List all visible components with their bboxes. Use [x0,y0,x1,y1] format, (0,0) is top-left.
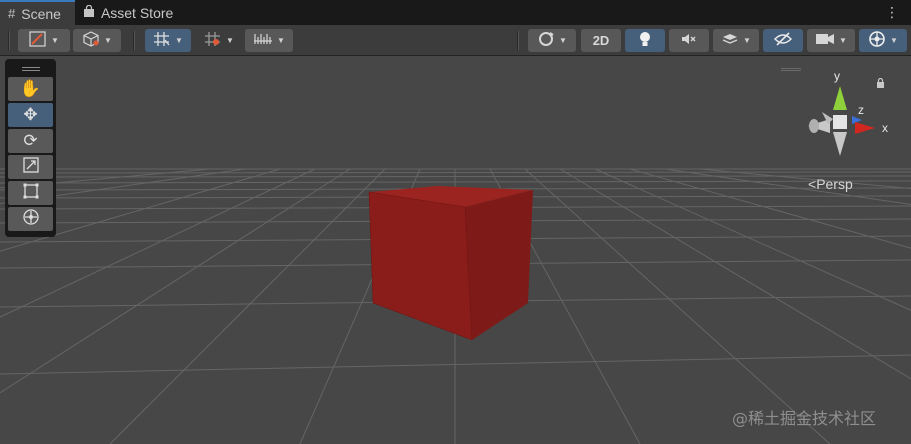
chevron-down-icon: ▼ [559,36,567,45]
layers-icon [721,31,739,50]
hash-grid-icon: # [8,6,16,21]
lightbulb-icon [638,30,652,51]
axis-y-label: y [834,69,840,83]
hand-icon: ✋ [19,79,42,98]
ground-grid [0,168,911,444]
tab-bar: # Scene Asset Store ⋮ [0,0,911,25]
mode-2d-toggle[interactable]: 2D [581,29,621,52]
orientation-gizmo[interactable]: y z x [800,64,900,174]
rotate-icon: ⟳ [23,131,38,150]
palette-drag-handle[interactable] [8,62,53,75]
gizmos-dropdown[interactable]: ▼ [859,29,907,52]
scale-tool[interactable] [8,155,53,179]
grid-snap-toggle[interactable]: ▼ [145,29,191,52]
projection-label: Persp [816,176,853,192]
camera-dropdown[interactable]: ▼ [807,29,855,52]
tab-scene[interactable]: # Scene [0,0,75,25]
eye-slash-icon [773,31,793,50]
orbit-icon [537,31,555,50]
chevron-down-icon: ▼ [277,36,285,45]
transform-icon [22,208,40,231]
grid-snap-icon [153,31,171,50]
axis-neg-y-cone[interactable] [833,132,847,156]
tool-palette: ✋ ✥ ⟳ [5,59,56,237]
brush-icon [29,31,47,50]
ruler-icon [253,32,273,49]
chevron-down-icon: ▼ [743,36,751,45]
chevron-down-icon: ▼ [51,36,59,45]
tab-scene-label: Scene [21,5,61,22]
tab-asset-store[interactable]: Asset Store [75,0,187,25]
camera-icon [815,32,835,49]
cube-outline-icon [82,31,100,50]
rotate-tool[interactable]: ⟳ [8,129,53,153]
toolbar-grip[interactable] [517,31,519,50]
chevron-down-icon: ▼ [104,36,112,45]
increment-snap-icon [204,31,222,50]
red-cube[interactable] [368,186,533,341]
audio-toggle[interactable] [669,29,709,52]
axis-z-label: z [858,103,864,117]
render-mode-dropdown[interactable]: ▼ [73,29,121,52]
chevron-down-icon: ▼ [839,36,847,45]
mode-2d-label: 2D [592,33,610,48]
chevron-left-icon: < [808,176,817,192]
scene-toolbar: ▼ ▼ ▼ ▼ ▼ ▼ 2D ▼ ▼ ▼ [0,25,911,56]
effects-dropdown[interactable]: ▼ [713,29,759,52]
chevron-down-icon: ▼ [226,36,234,45]
scene-visibility-toggle[interactable] [763,29,803,52]
chevron-down-icon: ▼ [175,36,183,45]
hand-tool[interactable]: ✋ [8,77,53,101]
transform-tool[interactable] [8,207,53,231]
watermark-text: @稀土掘金技术社区 [732,409,877,428]
ruler-dropdown[interactable]: ▼ [245,29,293,52]
axis-x-cone[interactable] [855,122,875,134]
axis-x-label: x [882,121,888,135]
gizmo-drag-handle[interactable] [781,68,801,71]
rect-tool[interactable] [8,181,53,205]
scale-icon [22,156,40,179]
chevron-down-icon: ▼ [890,36,898,45]
toolbar-grip[interactable] [8,31,10,50]
shopping-bag-icon [83,4,95,21]
move-tool[interactable]: ✥ [8,103,53,127]
lighting-toggle[interactable] [625,29,665,52]
rect-transform-icon [22,182,40,205]
scene-viewport[interactable] [0,56,911,444]
projection-toggle[interactable]: <Persp [808,176,853,192]
gizmo-globe-icon [868,30,886,51]
orbit-dropdown[interactable]: ▼ [528,29,576,52]
increment-snap-dropdown[interactable]: ▼ [196,29,242,52]
tab-asset-store-label: Asset Store [100,4,174,21]
toolbar-grip[interactable] [133,31,135,50]
gizmo-center-cube[interactable] [833,115,847,129]
more-options-icon[interactable]: ⋮ [885,3,899,21]
audio-mute-icon [680,31,698,50]
move-arrows-icon: ✥ [23,105,38,124]
axis-y-cone[interactable] [833,86,847,110]
draw-mode-dropdown[interactable]: ▼ [18,29,70,52]
